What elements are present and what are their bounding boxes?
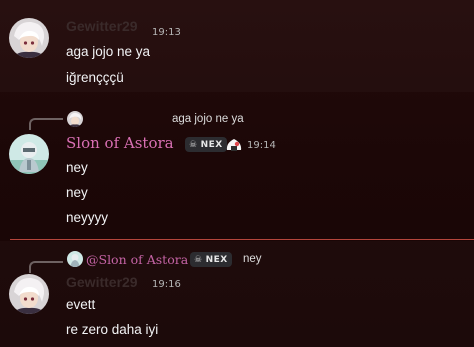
new-messages-divider — [10, 239, 474, 240]
reply-spine — [29, 261, 63, 273]
reply-avatar[interactable] — [67, 251, 83, 267]
reply-avatar[interactable] — [67, 111, 83, 127]
reply-author[interactable] — [86, 113, 90, 127]
reply-author[interactable]: @Slon of Astora — [86, 252, 188, 267]
avatar[interactable] — [9, 18, 49, 58]
timestamp: 19:14 — [247, 140, 276, 151]
message-text: neyyyy — [66, 210, 109, 225]
chat-message-list: Gewitter29 19:13 aga jojo ne ya iğrenççç… — [0, 0, 474, 347]
timestamp: 19:13 — [152, 27, 181, 38]
rice-ball-icon — [226, 139, 242, 151]
message-text: ney — [66, 185, 88, 200]
clan-tag-label: NEX — [205, 254, 228, 265]
message-text: evett — [66, 297, 96, 312]
avatar[interactable] — [9, 134, 49, 174]
message-group[interactable]: Gewitter29 19:13 aga jojo ne ya iğrenççç… — [0, 0, 474, 92]
clan-tag[interactable]: ☠ NEX — [185, 137, 227, 152]
message-text: iğrençççü — [66, 70, 124, 85]
reply-spine — [29, 118, 63, 130]
reply-preview[interactable]: ney — [243, 253, 262, 265]
username[interactable]: Gewitter29 — [66, 274, 138, 290]
timestamp: 19:16 — [152, 279, 181, 290]
clan-tag[interactable]: ☠ NEX — [190, 252, 232, 267]
clan-tag-label: NEX — [200, 139, 223, 150]
message-text: aga jojo ne ya — [66, 44, 151, 59]
message-text: re zero daha iyi — [66, 322, 159, 337]
username[interactable]: Slon of Astora — [66, 134, 174, 152]
message-text: ney — [66, 160, 88, 175]
skull-icon: ☠ — [194, 254, 203, 265]
message-group[interactable]: aga jojo ne ya Slon of Astora ☠ NEX 19:1… — [0, 104, 474, 234]
username[interactable]: Gewitter29 — [66, 18, 138, 34]
reply-preview[interactable]: aga jojo ne ya — [172, 113, 244, 125]
skull-icon: ☠ — [189, 139, 198, 150]
avatar[interactable] — [9, 274, 49, 314]
message-group[interactable]: @Slon of Astora ☠ NEX ney Gewitter29 19:… — [0, 241, 474, 347]
